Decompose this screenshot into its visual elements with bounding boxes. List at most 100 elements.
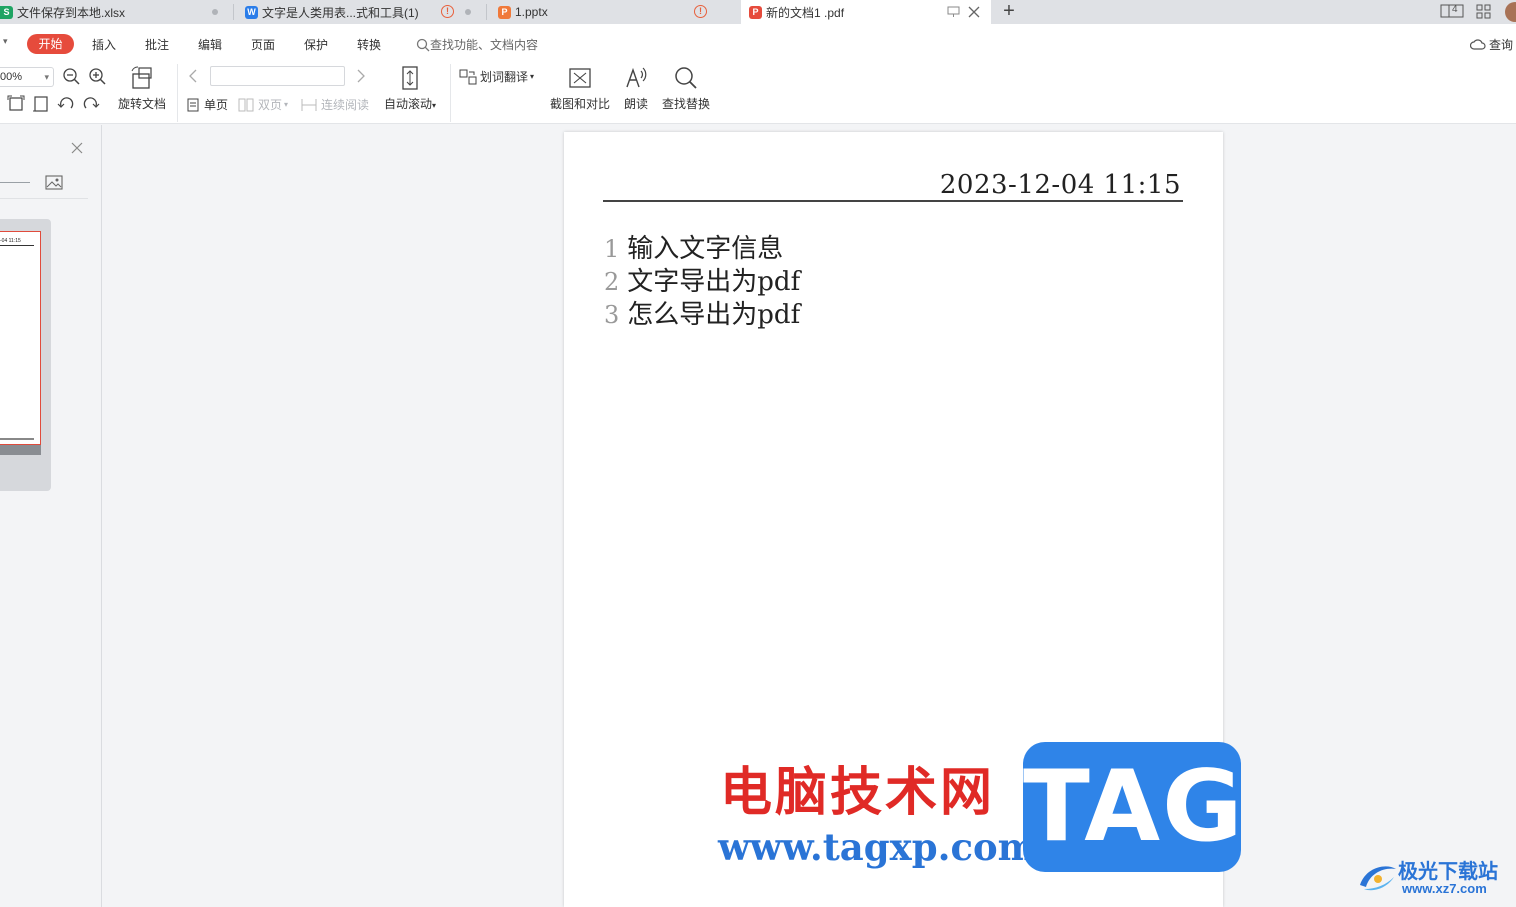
fit-width-icon[interactable] — [6, 94, 26, 114]
word-file-icon: W — [245, 5, 258, 19]
thumbnail-date-text: -04 11:15 — [0, 238, 21, 244]
watermark-corner-logo: 极光下载站 www.xz7.com — [1356, 855, 1516, 899]
watermark-tag-logo: TAG — [1023, 742, 1243, 872]
find-replace-label: 查找替换 — [661, 97, 710, 111]
read-aloud-icon — [626, 67, 647, 88]
warning-icon: ! — [694, 5, 707, 18]
find-replace-icon — [675, 67, 697, 89]
zoom-in-icon[interactable] — [88, 67, 108, 87]
function-search[interactable]: 查找功能、文档内容 — [416, 36, 538, 53]
line-number: 1 — [604, 235, 620, 263]
tab-separator — [233, 4, 234, 20]
line-text: 文字导出为pdf — [627, 267, 801, 297]
tab-docx[interactable]: W 文字是人类用表...式和工具(1) ! — [241, 0, 485, 24]
menu-tab-annotate[interactable]: 批注 — [145, 36, 169, 53]
menu-tab-edit[interactable]: 编辑 — [198, 36, 222, 53]
tab-pdf[interactable]: P 新的文档1 .pdf — [741, 0, 991, 24]
spreadsheet-file-icon: S — [0, 5, 13, 19]
thumbnail-page-preview: -04 11:15 — [0, 231, 41, 445]
word-translate-button[interactable]: 划词翻译 ▾ — [459, 68, 534, 85]
find-replace-button[interactable]: 查找替换 — [660, 64, 712, 112]
window-count-badge: 4 — [1452, 4, 1458, 15]
header-rule — [603, 200, 1183, 202]
line-text: 输入文字信息 — [627, 234, 784, 264]
tab-pptx[interactable]: P 1.pptx ! — [494, 0, 736, 24]
tab-bar: S 文件保存到本地.xlsx W 文字是人类用表...式和工具(1) ! P 1… — [0, 0, 1516, 24]
new-tab-button[interactable]: + — [998, 0, 1020, 24]
chevron-down-icon: ▾ — [284, 100, 289, 109]
document-line: 2 文字导出为pdf — [604, 261, 800, 298]
rotate-left-icon[interactable] — [56, 94, 76, 114]
page-number-input[interactable] — [210, 66, 345, 86]
menu-collapse-icon[interactable]: ▾ — [3, 36, 8, 47]
rotate-document-button[interactable]: 旋转文档 — [114, 64, 170, 112]
document-line: 1 输入文字信息 — [604, 228, 783, 265]
watermark-logo-name: 极光下载站 — [1398, 859, 1498, 883]
close-panel-icon[interactable] — [71, 142, 83, 154]
thumbnail-footer-line — [0, 438, 34, 440]
continuous-reading-button[interactable]: 连续阅读 — [301, 96, 369, 113]
close-tab-icon[interactable] — [968, 6, 980, 18]
fit-page-icon[interactable] — [31, 94, 51, 114]
previous-page-icon[interactable] — [188, 69, 198, 83]
watermark-site-name: 电脑技术网 — [720, 763, 996, 823]
menu-tab-protect[interactable]: 保护 — [304, 36, 328, 53]
user-avatar[interactable] — [1505, 2, 1516, 22]
zoom-value: 00% — [0, 71, 23, 83]
toolbar-divider — [450, 64, 451, 122]
function-search-placeholder: 查找功能、文档内容 — [430, 38, 539, 52]
thumbnail-scroll-bar — [0, 445, 41, 455]
menu-tab-convert[interactable]: 转换 — [357, 36, 381, 53]
panel-divider — [0, 198, 88, 199]
screenshot-icon — [569, 68, 591, 88]
single-page-button[interactable]: 单页 — [186, 96, 228, 113]
read-aloud-button[interactable]: 朗读 — [620, 64, 652, 112]
panel-tab-underline — [0, 182, 30, 183]
window-count-button[interactable]: 4 — [1440, 3, 1464, 20]
continuous-reading-icon — [301, 98, 317, 111]
single-page-icon — [187, 98, 199, 111]
word-translate-label: 划词翻译 — [480, 70, 529, 84]
rotate-right-icon[interactable] — [81, 94, 101, 114]
image-thumbnail-icon[interactable] — [45, 175, 63, 190]
watermark-logo-url: www.xz7.com — [1402, 881, 1487, 896]
screenshot-compare-button[interactable]: 截图和对比 — [548, 64, 612, 112]
menu-tab-insert[interactable]: 插入 — [92, 36, 116, 53]
menu-tab-home[interactable]: 开始 — [27, 34, 74, 54]
translate-icon — [459, 69, 477, 84]
tab-xlsx[interactable]: S 文件保存到本地.xlsx — [0, 0, 232, 24]
auto-scroll-icon — [402, 66, 418, 90]
zoom-select[interactable]: 00% ▾ — [0, 67, 54, 87]
tab-label: 新的文档1 .pdf — [766, 5, 845, 20]
menu-tab-page[interactable]: 页面 — [251, 36, 275, 53]
double-page-button[interactable]: 双页 ▾ — [238, 96, 288, 113]
cloud-search-icon — [1470, 38, 1486, 50]
double-page-icon — [238, 98, 254, 111]
rotate-document-icon — [131, 66, 152, 89]
chevron-down-icon: ▾ — [44, 72, 49, 82]
unsaved-dot-icon — [465, 9, 471, 15]
zoom-out-icon[interactable] — [62, 67, 82, 87]
line-number: 3 — [604, 301, 620, 329]
line-number: 2 — [604, 268, 620, 296]
line-text: 怎么导出为pdf — [627, 300, 801, 330]
aurora-swirl-icon — [1360, 866, 1396, 891]
tab-label: 1.pptx — [515, 5, 548, 19]
read-aloud-label: 朗读 — [623, 97, 648, 111]
presentation-file-icon: P — [498, 5, 511, 19]
auto-scroll-button[interactable]: 自动滚动▾ — [380, 64, 440, 112]
auto-scroll-label: 自动滚动 — [383, 97, 432, 111]
tab-separator — [486, 4, 487, 20]
double-page-label: 双页 — [258, 98, 283, 112]
toolbar-divider — [177, 64, 178, 122]
query-button[interactable]: 查询 — [1470, 36, 1513, 53]
grid-view-icon[interactable] — [1476, 4, 1491, 19]
ribbon: ▾ 开始 插入 批注 编辑 页面 保护 转换 查找功能、文档内容 查询 00% … — [0, 24, 1516, 124]
page-thumbnail[interactable]: -04 11:15 — [0, 219, 51, 491]
pdf-file-icon: P — [749, 5, 762, 19]
tab-label: 文字是人类用表...式和工具(1) — [262, 5, 419, 20]
next-page-icon[interactable] — [356, 69, 366, 83]
rotate-document-label: 旋转文档 — [117, 97, 166, 111]
thumbnail-panel: -04 11:15 — [0, 125, 102, 907]
pin-window-icon[interactable] — [947, 6, 960, 18]
